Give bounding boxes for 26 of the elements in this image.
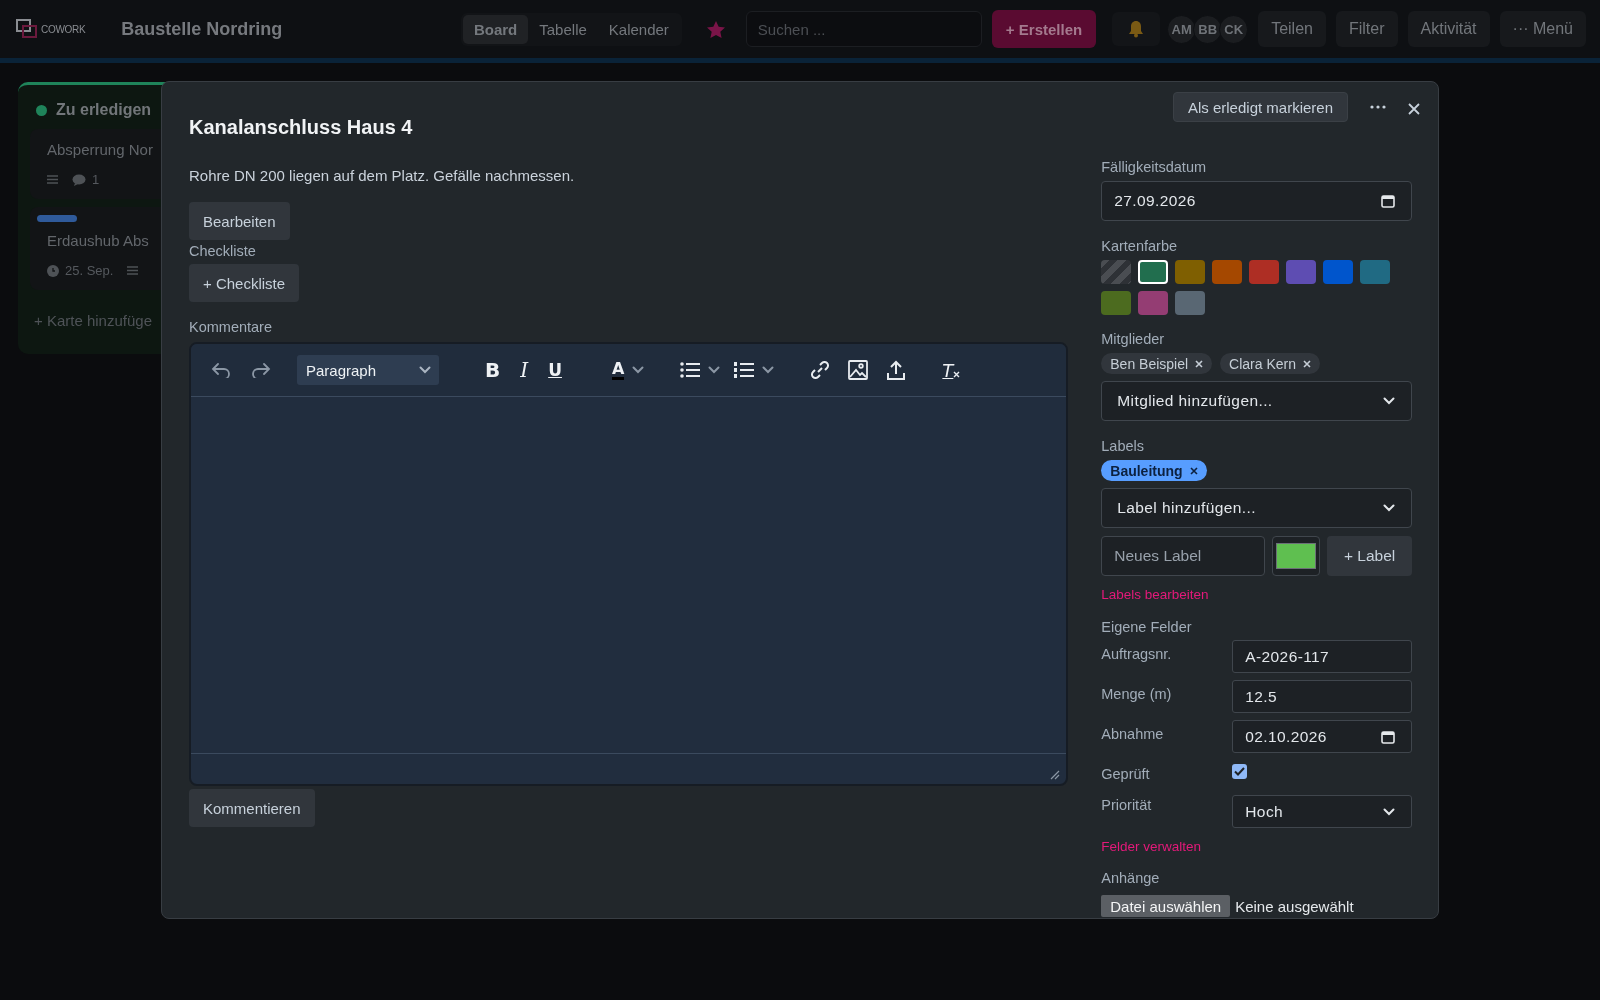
- file-status: Keine ausgewählt: [1235, 897, 1354, 915]
- board-title: Baustelle Nordring: [121, 18, 283, 40]
- section-heading: Checkliste: [189, 243, 256, 259]
- due-date: 25. Sep.: [65, 263, 114, 278]
- column-title: Zu erledigen: [56, 101, 152, 119]
- description-text: Rohre DN 200 liegen auf dem Platz. Gefälle nachmessen.: [189, 167, 575, 184]
- field-label: Abnahme: [1101, 725, 1165, 742]
- card-title: Kanalanschluss Haus 4: [189, 116, 414, 139]
- field-label: Mitglieder: [1101, 331, 1166, 347]
- field-label: Kartenfarbe: [1101, 238, 1179, 254]
- member-chip: Ben Beispiel: [1101, 353, 1213, 374]
- field-label: Geprüft: [1101, 765, 1151, 782]
- label-chip: Bauleitung: [1101, 460, 1207, 481]
- card-title: Erdaushub Abs: [47, 232, 150, 249]
- field-label: Menge (m): [1101, 685, 1173, 702]
- member-chip: Clara Kern: [1220, 353, 1320, 374]
- section-heading: Eigene Felder: [1101, 619, 1193, 635]
- card-title: Absperrung Nor: [47, 141, 154, 158]
- field-label: Auftragsnr.: [1101, 645, 1173, 662]
- logo-text: COWORK: [41, 23, 86, 35]
- field-label: Fälligkeitsdatum: [1101, 159, 1208, 175]
- field-label: Labels: [1101, 438, 1145, 454]
- field-label: Anhänge: [1101, 870, 1161, 886]
- comment-count: 1: [92, 172, 100, 187]
- field-label: Priorität: [1101, 796, 1153, 813]
- section-heading: Kommentare: [189, 319, 272, 335]
